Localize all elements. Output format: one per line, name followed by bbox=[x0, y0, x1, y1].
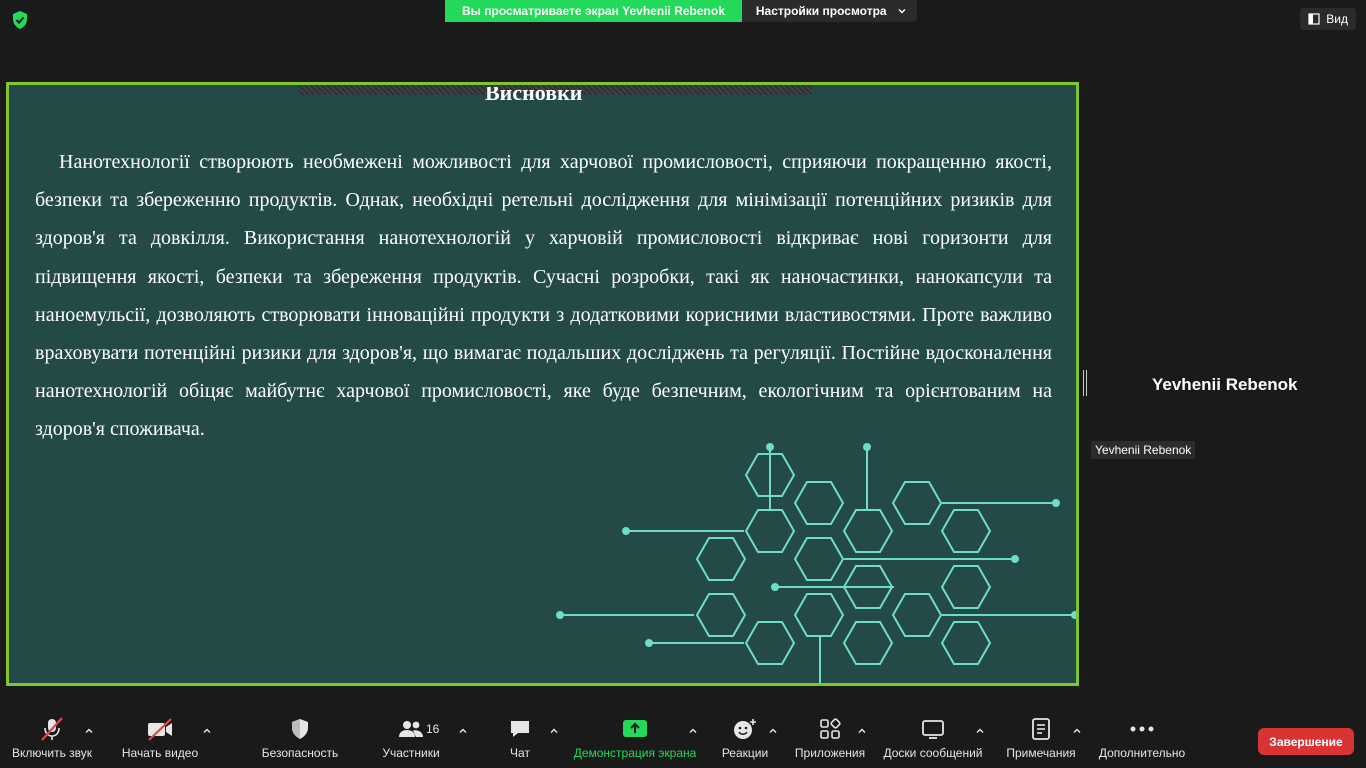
participants-button[interactable]: Участники bbox=[378, 712, 444, 768]
whiteboards-label: Доски сообщений bbox=[883, 746, 983, 760]
participant-name-tag: Yevhenii Rebenok bbox=[1091, 441, 1196, 459]
participants-options-caret-icon[interactable] bbox=[458, 726, 468, 736]
more-button[interactable]: Дополнительно bbox=[1094, 712, 1190, 768]
chat-bubble-icon bbox=[511, 721, 529, 737]
shared-screen[interactable]: Висновки Нанотехнології створюють необме… bbox=[6, 82, 1079, 686]
share-options-caret-icon[interactable] bbox=[688, 726, 698, 736]
whiteboards-button[interactable]: Доски сообщений bbox=[880, 712, 986, 768]
zoom-window: Вы просматриваете экран Yevhenii Rebenok… bbox=[0, 0, 1366, 768]
participants-icon bbox=[399, 721, 423, 737]
unmute-button[interactable]: Включить звук bbox=[8, 712, 96, 768]
apps-icon bbox=[820, 718, 841, 739]
chat-label: Чат bbox=[510, 746, 530, 760]
participants-count-badge: 16 bbox=[426, 722, 440, 736]
start-video-label: Начать видео bbox=[121, 746, 199, 760]
start-video-button[interactable]: Начать видео bbox=[120, 712, 200, 768]
view-button[interactable]: Вид bbox=[1300, 8, 1356, 30]
apps-button[interactable]: Приложения bbox=[790, 712, 870, 768]
share-screen-label: Демонстрация экрана bbox=[573, 746, 697, 760]
chat-button[interactable]: Чат bbox=[500, 712, 540, 768]
microphone-muted-icon bbox=[41, 717, 63, 741]
grid-view-icon bbox=[1308, 13, 1320, 25]
notes-button[interactable]: Примечания bbox=[1002, 712, 1080, 768]
participants-label: Участники bbox=[382, 746, 440, 760]
whiteboards-options-caret-icon[interactable] bbox=[975, 726, 985, 736]
reactions-label: Реакции bbox=[721, 746, 769, 760]
view-button-label: Вид bbox=[1326, 12, 1348, 26]
view-options-button[interactable]: Настройки просмотра bbox=[741, 0, 917, 22]
whiteboard-icon bbox=[922, 720, 944, 739]
reactions-button[interactable]: Реакции bbox=[718, 712, 772, 768]
more-dots-icon bbox=[1130, 726, 1154, 732]
meeting-toolbar: Включить звук Начать видео Безопасность … bbox=[0, 712, 1366, 768]
sharing-notice: Вы просматриваете экран Yevhenii Rebenok bbox=[445, 0, 742, 22]
security-button[interactable]: Безопасность bbox=[260, 712, 340, 768]
end-meeting-button[interactable]: Завершение bbox=[1258, 728, 1354, 755]
share-screen-button[interactable]: Демонстрация экрана bbox=[572, 712, 698, 768]
view-options-label: Настройки просмотра bbox=[755, 4, 887, 18]
screen-share-banner: Вы просматриваете экран Yevhenii Rebenok… bbox=[445, 0, 917, 22]
share-screen-arrow-icon bbox=[623, 720, 647, 737]
apps-options-caret-icon[interactable] bbox=[857, 726, 867, 736]
video-options-caret-icon[interactable] bbox=[202, 726, 212, 736]
more-label: Дополнительно bbox=[1098, 746, 1186, 760]
chat-options-caret-icon[interactable] bbox=[549, 726, 559, 736]
chevron-down-icon bbox=[898, 9, 906, 14]
slide-body-text: Нанотехнології створюють необмежені можл… bbox=[35, 151, 1052, 441]
reactions-options-caret-icon[interactable] bbox=[768, 726, 778, 736]
notes-label: Примечания bbox=[1006, 746, 1076, 760]
encryption-shield-icon[interactable] bbox=[10, 10, 30, 30]
participant-name: Yevhenii Rebenok bbox=[1152, 375, 1298, 394]
apps-label: Приложения bbox=[794, 746, 866, 760]
slide-title: Висновки bbox=[485, 87, 583, 105]
panel-resize-handle[interactable] bbox=[1083, 370, 1087, 396]
notes-options-caret-icon[interactable] bbox=[1072, 726, 1082, 736]
shield-icon bbox=[292, 719, 308, 739]
video-camera-off-icon bbox=[148, 718, 172, 741]
notes-icon bbox=[1032, 718, 1050, 740]
audio-options-caret-icon[interactable] bbox=[84, 726, 94, 736]
smiley-add-icon bbox=[734, 719, 756, 739]
security-label: Безопасность bbox=[261, 746, 339, 760]
unmute-label: Включить звук bbox=[11, 746, 93, 760]
